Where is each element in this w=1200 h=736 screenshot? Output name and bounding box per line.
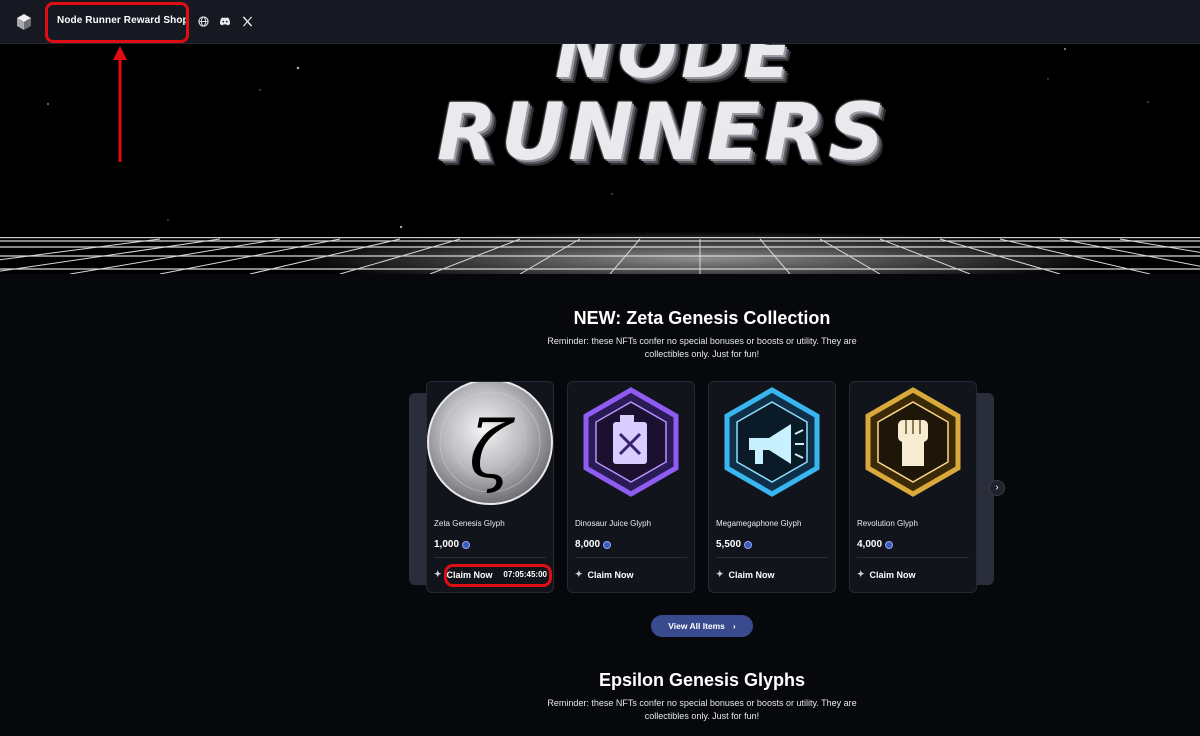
reminder-line-2: collectibles only. Just for fun! bbox=[644, 711, 760, 721]
product-name: Dinosaur Juice Glyph bbox=[575, 519, 652, 528]
zeta-section-title: NEW: Zeta Genesis Collection bbox=[573, 308, 831, 328]
claim-now-button[interactable]: ✦ Claim Now bbox=[575, 569, 634, 580]
price-value: 1,000 bbox=[434, 539, 460, 550]
claim-now-button[interactable]: ✦ Claim Now bbox=[857, 569, 916, 580]
claim-now-button[interactable]: ✦ Claim Now bbox=[434, 569, 493, 580]
sparkle-icon: ✦ bbox=[434, 569, 442, 579]
claim-label: Claim Now bbox=[446, 569, 493, 580]
discord-icon[interactable] bbox=[218, 14, 232, 28]
product-price: 4,000 bbox=[857, 539, 894, 550]
reminder-line-1: Reminder: these NFTs confer no special b… bbox=[547, 336, 857, 346]
hero-title-line-2: RUNNERS bbox=[437, 88, 889, 178]
sparkle-icon: ✦ bbox=[575, 569, 583, 579]
zeta-glyph-image: ζ bbox=[427, 382, 553, 508]
hero-banner: NODE RUNNERS bbox=[0, 44, 1200, 274]
product-price: 5,500 bbox=[716, 539, 753, 550]
sparkle-icon: ✦ bbox=[857, 569, 865, 579]
dinosaur-juice-glyph-image bbox=[568, 382, 694, 508]
claim-label: Claim Now bbox=[587, 569, 634, 580]
reminder-line-2: collectibles only. Just for fun! bbox=[644, 349, 760, 359]
coin-icon bbox=[885, 540, 894, 549]
product-price: 8,000 bbox=[575, 539, 612, 550]
revolution-glyph-image bbox=[850, 382, 976, 508]
product-card-zeta-genesis-glyph[interactable]: ζ Zeta Genesis Glyph 1,000 ✦ Claim Now 0… bbox=[426, 381, 554, 593]
product-name: Revolution Glyph bbox=[857, 519, 918, 528]
claim-now-button[interactable]: ✦ Claim Now bbox=[716, 569, 775, 580]
megamegaphone-glyph-image bbox=[709, 382, 835, 508]
epsilon-section-title: Epsilon Genesis Glyphs bbox=[598, 670, 806, 690]
reminder-line-1: Reminder: these NFTs confer no special b… bbox=[547, 698, 857, 708]
product-name: Megamegaphone Glyph bbox=[716, 519, 802, 528]
coin-icon bbox=[603, 540, 612, 549]
product-price: 1,000 bbox=[434, 539, 471, 550]
coin-icon bbox=[462, 540, 471, 549]
globe-icon[interactable] bbox=[196, 14, 210, 28]
price-value: 5,500 bbox=[716, 539, 742, 550]
zeta-section-reminder: Reminder: these NFTs confer no special b… bbox=[0, 335, 1200, 361]
product-card-megamegaphone-glyph[interactable]: Megamegaphone Glyph 5,500 ✦ Claim Now bbox=[708, 381, 836, 593]
cube-logo-icon[interactable] bbox=[16, 13, 32, 31]
view-all-items-button[interactable]: View All Items › bbox=[651, 615, 753, 637]
product-card-dinosaur-juice-glyph[interactable]: Dinosaur Juice Glyph 8,000 ✦ Claim Now bbox=[567, 381, 695, 593]
top-nav-bar: Node Runner Reward Shop bbox=[0, 0, 1200, 44]
sparkle-icon: ✦ bbox=[716, 569, 724, 579]
price-value: 4,000 bbox=[857, 539, 883, 550]
epsilon-section-reminder: Reminder: these NFTs confer no special b… bbox=[0, 697, 1200, 723]
card-divider bbox=[575, 557, 687, 558]
zeta-glyph-letter: ζ bbox=[469, 406, 516, 496]
card-divider bbox=[434, 557, 546, 558]
coin-icon bbox=[744, 540, 753, 549]
chevron-right-icon: › bbox=[732, 621, 736, 631]
carousel-left-edge bbox=[409, 393, 426, 585]
price-value: 8,000 bbox=[575, 539, 601, 550]
hero-title-line-1: NODE bbox=[555, 44, 796, 94]
claim-countdown-timer: 07:05:45:00 bbox=[503, 570, 547, 579]
product-name: Zeta Genesis Glyph bbox=[434, 519, 505, 528]
product-card-revolution-glyph[interactable]: Revolution Glyph 4,000 ✦ Claim Now bbox=[849, 381, 977, 593]
carousel-next-button[interactable]: › bbox=[989, 480, 1005, 496]
card-divider bbox=[716, 557, 828, 558]
x-icon[interactable] bbox=[240, 14, 254, 28]
brand-title-link[interactable]: Node Runner Reward Shop bbox=[57, 15, 189, 26]
claim-label: Claim Now bbox=[869, 569, 916, 580]
card-divider bbox=[857, 557, 969, 558]
claim-label: Claim Now bbox=[728, 569, 775, 580]
view-all-label: View All Items bbox=[668, 621, 725, 631]
